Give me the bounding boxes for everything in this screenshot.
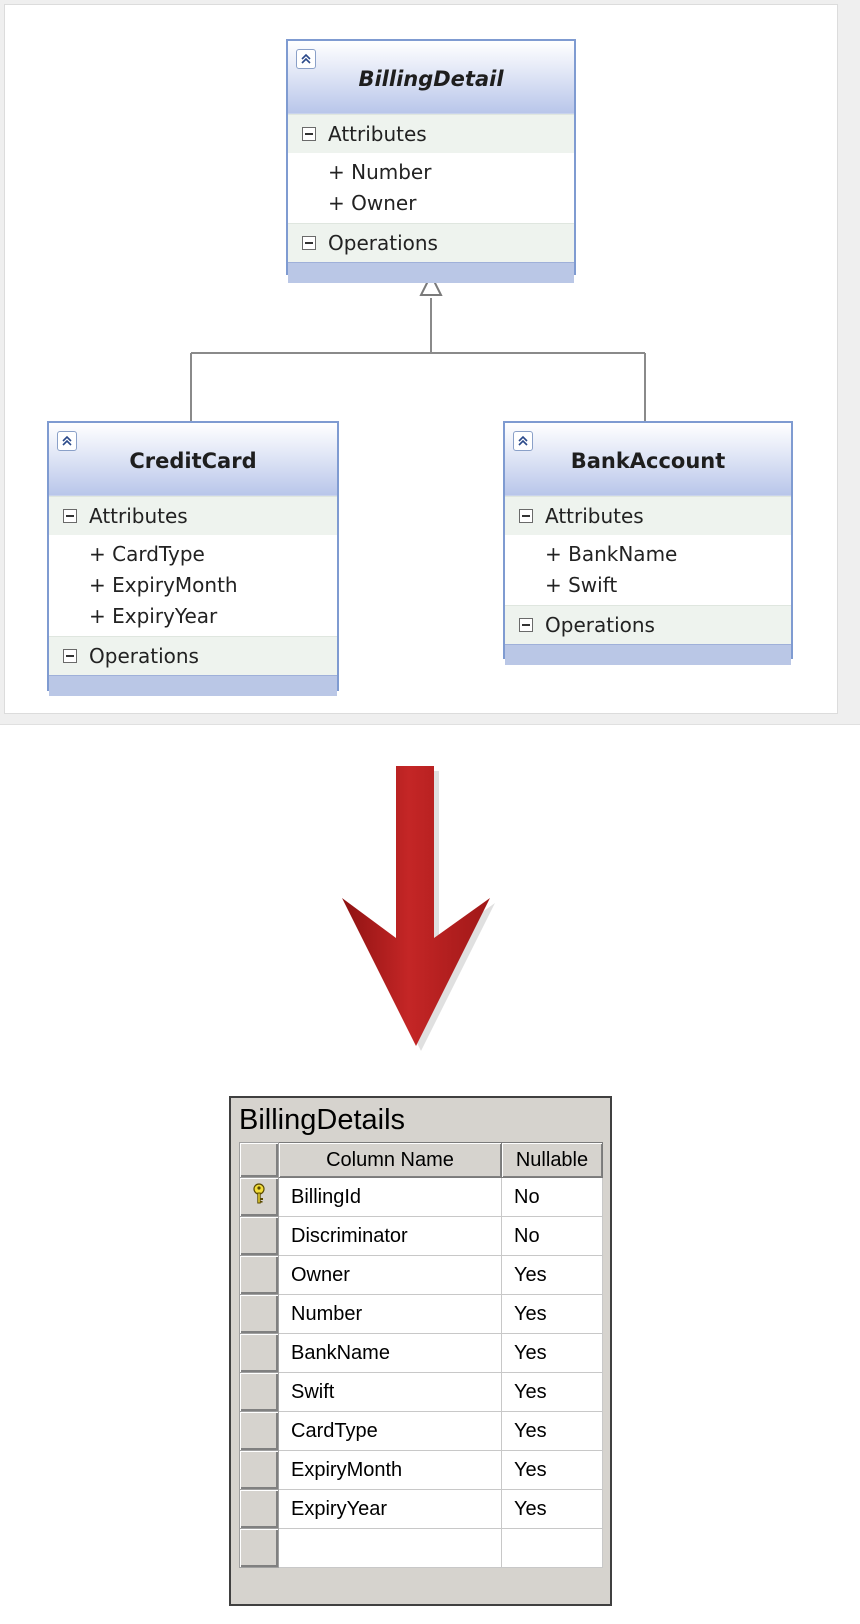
row-selector[interactable]: [239, 1255, 279, 1295]
collapse-chevron-icon[interactable]: [296, 49, 316, 69]
column-name-cell[interactable]: ExpiryYear: [278, 1489, 502, 1529]
column-name-header[interactable]: Column Name: [278, 1142, 502, 1178]
row-selector[interactable]: [239, 1294, 279, 1334]
row-selector[interactable]: [239, 1177, 279, 1217]
row-selector[interactable]: [239, 1450, 279, 1490]
attribute-list: + BankName + Swift: [505, 535, 791, 605]
attribute-item[interactable]: + Number: [288, 157, 574, 188]
attribute-list: + CardType + ExpiryMonth + ExpiryYear: [49, 535, 337, 636]
panel-frame-right: [838, 0, 860, 722]
class-name: CreditCard: [129, 449, 257, 473]
minus-toggle-icon[interactable]: [63, 509, 77, 523]
operations-section-header[interactable]: Operations: [505, 605, 791, 644]
operations-label: Operations: [545, 613, 655, 637]
table-row[interactable]: Discriminator No: [239, 1216, 603, 1256]
table-row[interactable]: ExpiryMonth Yes: [239, 1450, 603, 1490]
attributes-label: Attributes: [545, 504, 644, 528]
nullable-cell[interactable]: Yes: [501, 1294, 603, 1334]
table-row[interactable]: CardType Yes: [239, 1411, 603, 1451]
row-selector[interactable]: [239, 1372, 279, 1412]
attribute-item[interactable]: + Owner: [288, 188, 574, 219]
row-selector[interactable]: [239, 1216, 279, 1256]
collapse-chevron-icon[interactable]: [57, 431, 77, 451]
table-name: BillingDetails: [239, 1104, 406, 1136]
column-name-cell[interactable]: BankName: [278, 1333, 502, 1373]
nullable-cell[interactable]: Yes: [501, 1255, 603, 1295]
operations-label: Operations: [89, 644, 199, 668]
class-name: BankAccount: [570, 449, 726, 473]
table-row[interactable]: BankName Yes: [239, 1333, 603, 1373]
attribute-item[interactable]: + BankName: [505, 539, 791, 570]
row-selector-header[interactable]: [239, 1142, 279, 1178]
attribute-list: + Number + Owner: [288, 153, 574, 223]
attributes-label: Attributes: [328, 122, 427, 146]
down-arrow-icon: [342, 766, 495, 1051]
row-selector[interactable]: [239, 1333, 279, 1373]
minus-toggle-icon[interactable]: [302, 236, 316, 250]
primary-key-icon: [253, 1183, 265, 1204]
table-row-new[interactable]: [239, 1528, 603, 1568]
table-row[interactable]: ExpiryYear Yes: [239, 1489, 603, 1529]
attributes-label: Attributes: [89, 504, 188, 528]
operations-section-header[interactable]: Operations: [288, 223, 574, 262]
column-name-cell[interactable]: BillingId: [278, 1177, 502, 1217]
attribute-item[interactable]: + ExpiryMonth: [49, 570, 337, 601]
class-name: BillingDetail: [358, 67, 504, 91]
nullable-cell[interactable]: Yes: [501, 1333, 603, 1373]
column-name-cell[interactable]: Discriminator: [278, 1216, 502, 1256]
nullable-cell[interactable]: Yes: [501, 1372, 603, 1412]
class-header: BillingDetail: [288, 41, 574, 114]
panel-frame-bottom: [0, 714, 860, 725]
column-name-cell[interactable]: Swift: [278, 1372, 502, 1412]
class-diagram-panel: BillingDetail Attributes + Number + Owne…: [4, 4, 838, 714]
class-header: BankAccount: [505, 423, 791, 496]
columns-grid: Column Name Nullable BillingId No Discri…: [239, 1142, 603, 1568]
attribute-item[interactable]: + CardType: [49, 539, 337, 570]
column-name-cell[interactable]: ExpiryMonth: [278, 1450, 502, 1490]
minus-toggle-icon[interactable]: [519, 618, 533, 632]
column-name-cell[interactable]: [278, 1528, 502, 1568]
grid-header-row: Column Name Nullable: [239, 1142, 603, 1178]
class-credit-card[interactable]: CreditCard Attributes + CardType + Expir…: [47, 421, 339, 696]
nullable-cell[interactable]: No: [501, 1177, 603, 1217]
attributes-section-header[interactable]: Attributes: [49, 496, 337, 535]
row-selector[interactable]: [239, 1528, 279, 1568]
class-billing-detail[interactable]: BillingDetail Attributes + Number + Owne…: [286, 39, 576, 283]
minus-toggle-icon[interactable]: [302, 127, 316, 141]
table-row[interactable]: BillingId No: [239, 1177, 603, 1217]
minus-toggle-icon[interactable]: [519, 509, 533, 523]
column-name-cell[interactable]: CardType: [278, 1411, 502, 1451]
attribute-item[interactable]: + Swift: [505, 570, 791, 601]
table-row[interactable]: Owner Yes: [239, 1255, 603, 1295]
attributes-section-header[interactable]: Attributes: [288, 114, 574, 153]
row-selector[interactable]: [239, 1411, 279, 1451]
column-name-cell[interactable]: Owner: [278, 1255, 502, 1295]
row-selector[interactable]: [239, 1489, 279, 1529]
operations-section-header[interactable]: Operations: [49, 636, 337, 675]
nullable-header[interactable]: Nullable: [501, 1142, 603, 1178]
class-header: CreditCard: [49, 423, 337, 496]
table-row[interactable]: Number Yes: [239, 1294, 603, 1334]
table-row[interactable]: Swift Yes: [239, 1372, 603, 1412]
nullable-cell[interactable]: [501, 1528, 603, 1568]
nullable-cell[interactable]: Yes: [501, 1489, 603, 1529]
class-footer: [505, 644, 791, 665]
nullable-cell[interactable]: Yes: [501, 1411, 603, 1451]
column-name-cell[interactable]: Number: [278, 1294, 502, 1334]
attributes-section-header[interactable]: Attributes: [505, 496, 791, 535]
operations-label: Operations: [328, 231, 438, 255]
class-bank-account[interactable]: BankAccount Attributes + BankName + Swif…: [503, 421, 793, 665]
collapse-chevron-icon[interactable]: [513, 431, 533, 451]
minus-toggle-icon[interactable]: [63, 649, 77, 663]
nullable-cell[interactable]: No: [501, 1216, 603, 1256]
attribute-item[interactable]: + ExpiryYear: [49, 601, 337, 632]
class-footer: [288, 262, 574, 283]
nullable-cell[interactable]: Yes: [501, 1450, 603, 1490]
class-footer: [49, 675, 337, 696]
table-billing-details[interactable]: BillingDetails Column Name Nullable Bill…: [229, 1096, 612, 1606]
